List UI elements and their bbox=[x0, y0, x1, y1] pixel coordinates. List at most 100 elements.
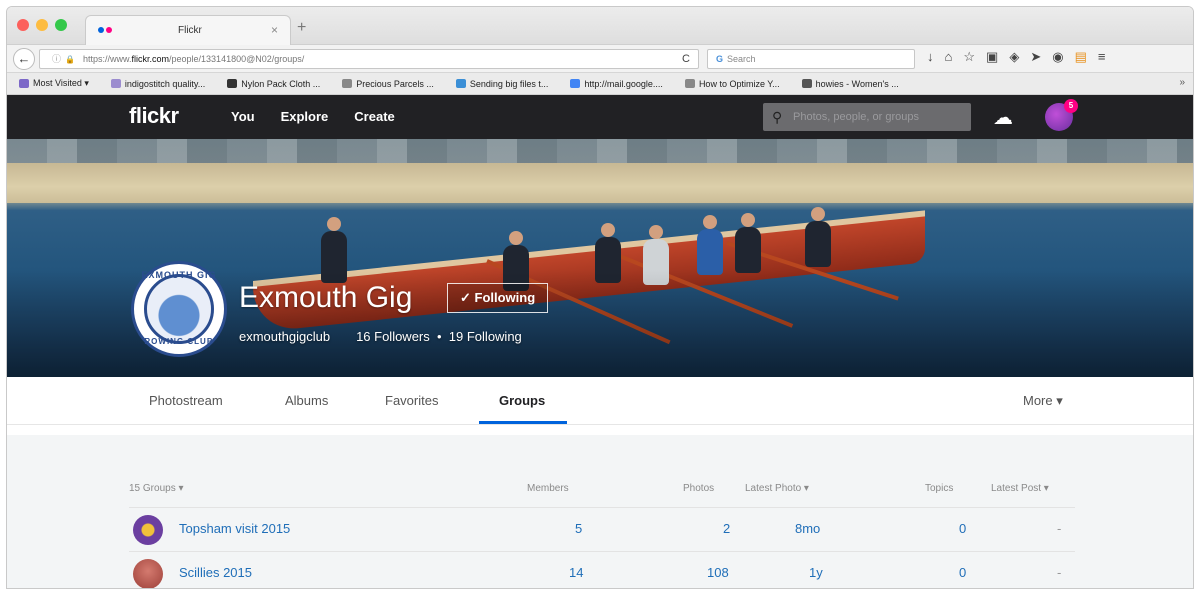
tab-albums[interactable]: Albums bbox=[285, 393, 328, 408]
following-count[interactable]: 19 Following bbox=[449, 329, 522, 344]
download-icon[interactable]: ↓ bbox=[927, 49, 934, 65]
url-prefix: https://www. bbox=[82, 54, 132, 64]
following-button[interactable]: ✓ Following bbox=[447, 283, 549, 313]
column-latest-photo-sort[interactable]: Latest Photo ▾ bbox=[745, 483, 809, 494]
bookmark-star-icon[interactable]: ☆ bbox=[963, 49, 975, 65]
nav-you[interactable]: You bbox=[231, 109, 255, 124]
bookmark-label: howies - Women's ... bbox=[815, 78, 899, 89]
bookmark-label: Nylon Pack Cloth ... bbox=[241, 78, 321, 89]
group-latest-photo[interactable]: 8mo bbox=[795, 521, 820, 536]
group-topics[interactable]: 0 bbox=[959, 521, 966, 536]
group-latest-post: - bbox=[1057, 521, 1062, 536]
new-tab-button[interactable]: + bbox=[297, 19, 306, 37]
flickr-header: flickr You Explore Create ⚲ Photos, peop… bbox=[7, 95, 1193, 139]
url-host: flickr.com bbox=[131, 54, 170, 64]
url-path: /people/133141800@N02/groups/ bbox=[169, 54, 305, 64]
bookmarks-menu-icon[interactable]: ▣ bbox=[986, 49, 998, 65]
send-icon[interactable]: ➤ bbox=[1030, 49, 1041, 65]
bookmarks-overflow-icon[interactable]: » bbox=[1179, 77, 1185, 88]
address-bar[interactable]: ⓘ 🔒 https://www.flickr.com/people/13314180… bbox=[39, 49, 699, 69]
profile-name: Exmouth Gig bbox=[239, 281, 413, 314]
tab-favorites[interactable]: Favorites bbox=[385, 393, 438, 408]
group-avatar[interactable] bbox=[133, 559, 163, 588]
profile-meta: exmouthgigclub 16 Followers • 19 Followi… bbox=[239, 329, 522, 344]
bookmark-favicon-icon bbox=[227, 79, 238, 88]
bookmark-favicon-icon bbox=[455, 79, 466, 88]
close-tab-icon[interactable]: × bbox=[271, 23, 278, 37]
groups-count-sort[interactable]: 15 Groups ▾ bbox=[129, 483, 184, 494]
club-logo-text-top: EXMOUTH GIG bbox=[141, 270, 217, 280]
chat-icon[interactable]: ◉ bbox=[1052, 49, 1063, 65]
tab-groups[interactable]: Groups bbox=[499, 393, 545, 408]
main-nav: You Explore Create bbox=[231, 109, 395, 124]
bookmark-favicon-icon bbox=[570, 79, 581, 88]
search-placeholder: Photos, people, or groups bbox=[793, 111, 919, 123]
bookmark-folder-icon bbox=[19, 79, 29, 88]
bookmark-label: How to Optimize Y... bbox=[698, 78, 780, 89]
followers-count[interactable]: 16 Followers • 19 Following bbox=[356, 329, 522, 344]
lock-icon: 🔒 bbox=[65, 55, 75, 64]
google-search-icon: G bbox=[716, 54, 724, 64]
active-tab-indicator bbox=[479, 421, 567, 424]
separator-dot: • bbox=[437, 329, 442, 344]
club-logo-emblem bbox=[144, 274, 214, 344]
extension-icon[interactable]: ▤ bbox=[1075, 49, 1087, 65]
more-menu-button[interactable]: More ▾ bbox=[1023, 393, 1063, 409]
bookmark-label: Precious Parcels ... bbox=[356, 78, 434, 89]
group-members[interactable]: 14 bbox=[569, 565, 583, 580]
flickr-search-input[interactable]: ⚲ Photos, people, or groups bbox=[763, 103, 971, 131]
group-latest-photo[interactable]: 1y bbox=[809, 565, 823, 580]
bookmark-item[interactable]: howies - Women's ... bbox=[801, 78, 899, 89]
browser-tab[interactable]: Flickr × bbox=[85, 15, 291, 46]
bookmark-item[interactable]: How to Optimize Y... bbox=[684, 78, 780, 89]
group-name-link[interactable]: Topsham visit 2015 bbox=[179, 521, 290, 536]
bookmark-item[interactable]: Sending big files t... bbox=[455, 78, 549, 89]
bookmark-item[interactable]: http://mail.google.... bbox=[570, 79, 663, 89]
bookmark-item[interactable]: Most Visited ▾ bbox=[19, 78, 89, 89]
bookmark-item[interactable]: Nylon Pack Cloth ... bbox=[227, 79, 320, 89]
browser-search-input[interactable]: G Search bbox=[707, 49, 915, 69]
back-button[interactable]: ← bbox=[13, 48, 35, 70]
club-avatar[interactable]: EXMOUTH GIG ROWING CLUB bbox=[131, 261, 227, 357]
column-members: Members bbox=[527, 483, 569, 494]
tab-photostream[interactable]: Photostream bbox=[149, 393, 223, 408]
profile-subnav: Photostream Albums Favorites Groups More… bbox=[7, 377, 1193, 425]
tab-title: Flickr bbox=[178, 25, 202, 36]
table-row[interactable]: Scillies 2015 14 108 1y 0 - bbox=[129, 551, 1075, 588]
group-photos[interactable]: 108 bbox=[707, 565, 729, 580]
bookmark-label: Sending big files t... bbox=[469, 78, 549, 89]
bookmark-item[interactable]: indigostitch quality... bbox=[110, 78, 206, 89]
browser-window: Flickr × + ← ⓘ 🔒 https://www.flickr.com/pe… bbox=[6, 6, 1194, 589]
close-window-button[interactable] bbox=[17, 19, 29, 31]
bookmark-favicon-icon bbox=[342, 79, 353, 88]
bookmark-favicon-icon bbox=[110, 79, 121, 88]
group-latest-post: - bbox=[1057, 565, 1062, 580]
info-icon[interactable]: ⓘ bbox=[52, 54, 61, 64]
nav-explore[interactable]: Explore bbox=[281, 109, 329, 124]
group-topics[interactable]: 0 bbox=[959, 565, 966, 580]
notification-badge[interactable]: 5 bbox=[1064, 99, 1078, 113]
reload-icon[interactable]: C bbox=[682, 50, 690, 68]
bookmark-favicon-icon bbox=[684, 79, 695, 88]
pocket-icon[interactable]: ◈ bbox=[1009, 49, 1019, 65]
group-avatar[interactable] bbox=[133, 515, 163, 545]
group-photos[interactable]: 2 bbox=[723, 521, 730, 536]
column-latest-post-sort[interactable]: Latest Post ▾ bbox=[991, 483, 1049, 494]
flickr-logo[interactable]: flickr bbox=[129, 103, 179, 129]
column-topics: Topics bbox=[925, 483, 954, 494]
bookmark-label: indigostitch quality... bbox=[124, 78, 206, 89]
table-row[interactable]: Topsham visit 2015 5 2 8mo 0 - bbox=[129, 507, 1075, 549]
group-name-link[interactable]: Scillies 2015 bbox=[179, 565, 252, 580]
club-logo-text-bottom: ROWING CLUB bbox=[144, 337, 214, 346]
hamburger-menu-icon[interactable]: ≡ bbox=[1098, 49, 1106, 65]
bookmark-item[interactable]: Precious Parcels ... bbox=[342, 79, 434, 89]
nav-create[interactable]: Create bbox=[354, 109, 394, 124]
maximize-window-button[interactable] bbox=[55, 19, 67, 31]
minimize-window-button[interactable] bbox=[36, 19, 48, 31]
upload-cloud-icon[interactable]: ☁ bbox=[993, 105, 1013, 130]
toolbar-icons: ↓ ⌂ ☆ ▣ ◈ ➤ ◉ ▤ ≡ bbox=[927, 49, 1105, 65]
home-icon[interactable]: ⌂ bbox=[945, 49, 953, 65]
search-icon: ⚲ bbox=[772, 109, 783, 125]
group-members[interactable]: 5 bbox=[575, 521, 582, 536]
flickr-favicon-icon bbox=[98, 27, 112, 33]
